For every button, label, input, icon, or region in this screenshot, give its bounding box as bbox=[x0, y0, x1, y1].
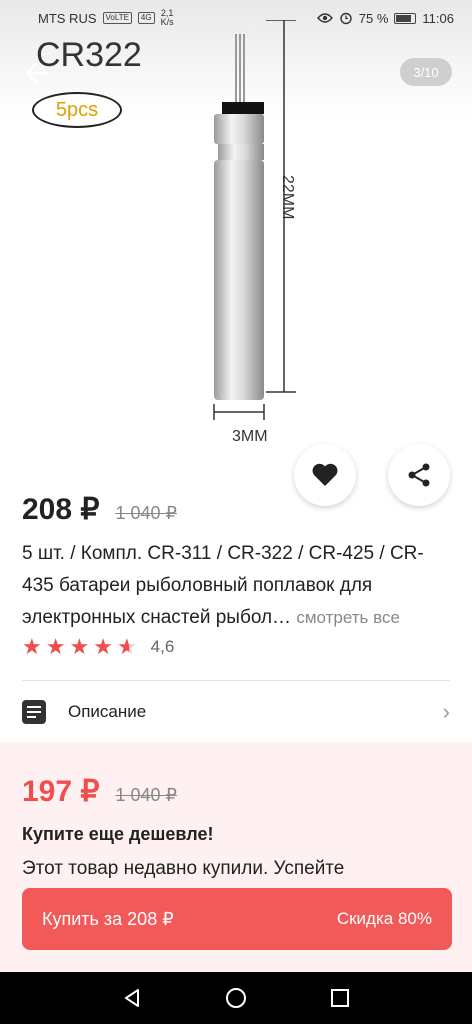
image-height-label: 22MM bbox=[279, 175, 296, 220]
back-arrow-icon[interactable] bbox=[22, 58, 52, 88]
volte-badge: VoLTE bbox=[102, 12, 132, 24]
carrier-label: MTS RUS bbox=[38, 10, 97, 26]
old-price: 1 040 ₽ bbox=[115, 503, 177, 523]
system-nav-bar bbox=[0, 972, 472, 1024]
star-icon: ★ bbox=[22, 634, 42, 659]
star-icon: ★ bbox=[93, 634, 113, 659]
clock: 11:06 bbox=[422, 10, 454, 26]
promo-price-row: 197 ₽ 1 040 ₽ bbox=[22, 774, 177, 809]
rating-value: 4,6 bbox=[150, 637, 175, 656]
see-all-link[interactable]: смотреть все bbox=[296, 608, 400, 627]
net-speed: 2,1 K/s bbox=[160, 8, 174, 27]
divider bbox=[22, 680, 450, 681]
discount-label: Скидка 80% bbox=[336, 909, 432, 928]
alarm-icon bbox=[340, 12, 352, 25]
buy-button[interactable]: Купить за 208 ₽ Скидка 80% bbox=[22, 888, 452, 950]
rating[interactable]: ★ ★ ★ ★ ★ 4,6 bbox=[22, 636, 174, 658]
chevron-right-icon: › bbox=[442, 699, 450, 724]
document-icon bbox=[22, 700, 46, 724]
battery-image bbox=[213, 20, 296, 420]
eye-icon bbox=[316, 13, 333, 23]
heart-icon bbox=[312, 463, 338, 486]
nav-back-icon[interactable] bbox=[121, 987, 143, 1009]
battery-percent: 75 % bbox=[358, 10, 389, 26]
product-title[interactable]: 5 шт. / Компл. CR-311 / CR-322 / CR-425 … bbox=[22, 538, 452, 634]
current-price: 208 ₽ bbox=[22, 493, 100, 526]
promo-old-price: 1 040 ₽ bbox=[115, 785, 177, 805]
share-button[interactable] bbox=[388, 444, 450, 506]
star-icon: ★ bbox=[69, 634, 90, 659]
promo-price: 197 ₽ bbox=[22, 775, 100, 808]
price-row: 208 ₽ 1 040 ₽ bbox=[22, 492, 177, 527]
description-label: Описание bbox=[68, 702, 147, 721]
product-gallery[interactable]: CR322 5pcs 22MM 3MM 3/10 bbox=[0, 0, 472, 460]
description-row[interactable]: Описание › bbox=[22, 690, 450, 734]
promo-text: Этот товар недавно купили. Успейте bbox=[22, 858, 345, 879]
share-icon bbox=[408, 463, 430, 487]
battery-icon bbox=[394, 12, 417, 24]
nav-home-icon[interactable] bbox=[225, 987, 247, 1009]
half-star-icon: ★ bbox=[116, 634, 137, 659]
favorite-button[interactable] bbox=[294, 444, 356, 506]
image-pcs-badge: 5pcs bbox=[32, 92, 122, 128]
image-width-label: 3MM bbox=[232, 428, 268, 445]
gallery-counter: 3/10 bbox=[400, 58, 452, 86]
nav-recents-icon[interactable] bbox=[329, 987, 351, 1009]
buy-button-label: Купить за 208 ₽ bbox=[42, 908, 174, 929]
promo-heading: Купите еще дешевле! bbox=[22, 824, 214, 844]
star-icon: ★ bbox=[45, 634, 66, 659]
promo-section: 197 ₽ 1 040 ₽ Купите еще дешевле! Этот т… bbox=[0, 742, 472, 1002]
network-badge: 4G bbox=[137, 12, 155, 24]
status-bar: MTS RUS VoLTE 4G 2,1 K/s 75 % 11:06 bbox=[0, 0, 472, 36]
